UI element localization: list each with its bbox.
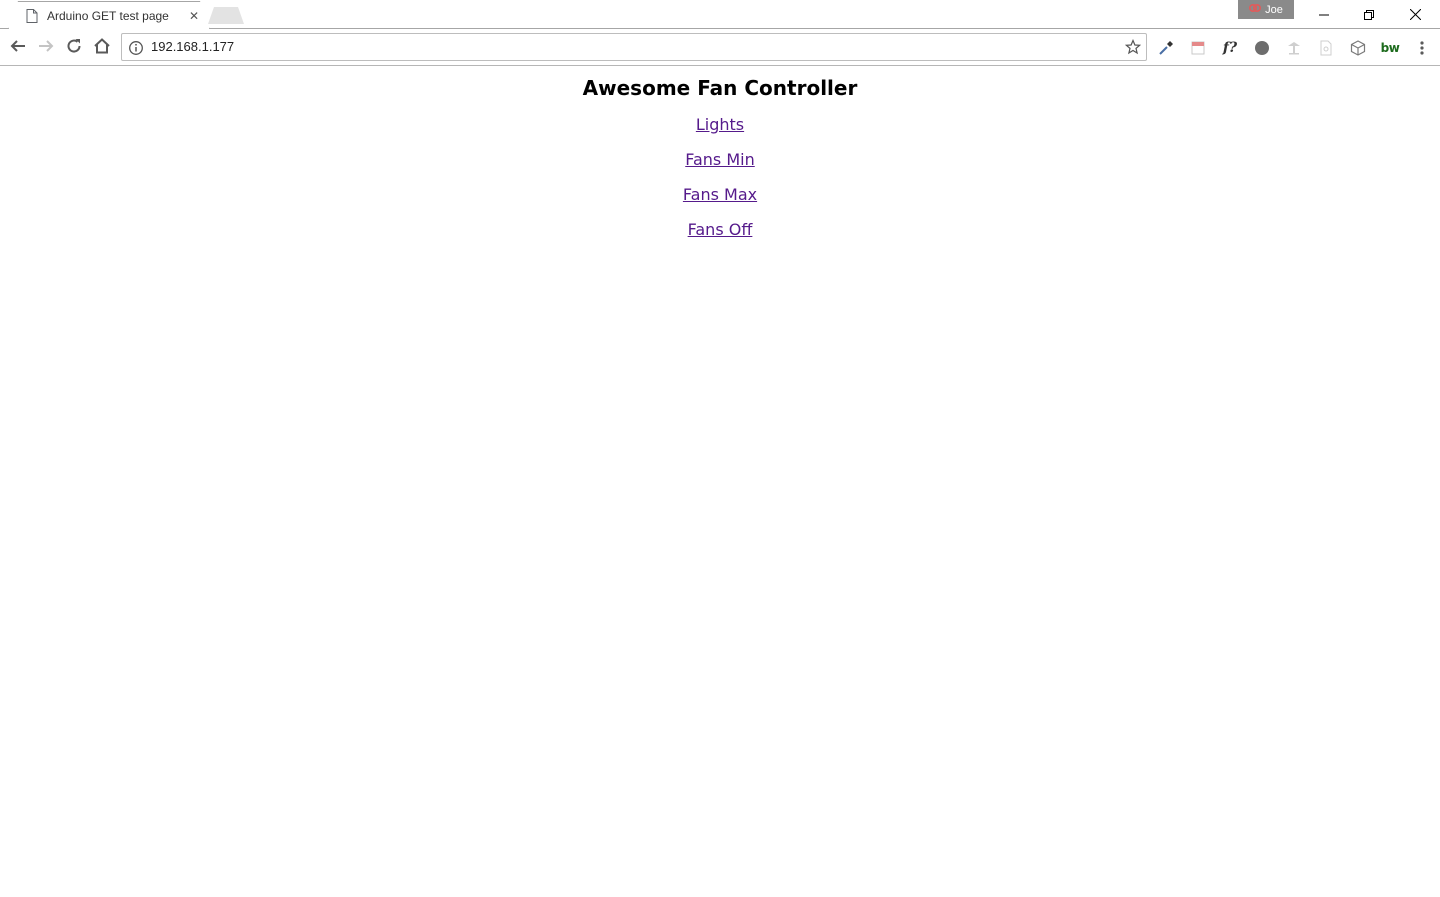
home-icon [94, 38, 110, 58]
reload-button[interactable] [62, 36, 86, 60]
link-row: Fans Max [0, 177, 1440, 212]
profile-name: Joe [1265, 3, 1283, 16]
reload-icon [66, 38, 82, 58]
compass-icon[interactable] [1253, 39, 1271, 57]
close-window-button[interactable] [1392, 0, 1438, 28]
restore-button[interactable] [1346, 0, 1392, 28]
eyedropper-icon[interactable] [1157, 39, 1175, 57]
page-content: Awesome Fan Controller Lights Fans Min F… [0, 67, 1440, 897]
home-button[interactable] [90, 36, 114, 60]
tree-icon[interactable] [1285, 39, 1303, 57]
font-icon-label: f? [1222, 40, 1238, 56]
profile-icon [1249, 3, 1262, 16]
page-icon [26, 9, 40, 23]
link-row: Fans Min [0, 142, 1440, 177]
title-bar: Arduino GET test page ✕ Joe [0, 0, 1440, 30]
back-button[interactable] [6, 36, 30, 60]
forward-arrow-icon [38, 38, 54, 58]
forward-button[interactable] [34, 36, 58, 60]
back-arrow-icon [10, 38, 26, 58]
address-url[interactable]: 192.168.1.177 [151, 34, 234, 60]
link-row: Fans Off [0, 212, 1440, 247]
restore-icon [1364, 5, 1374, 24]
profile-button[interactable]: Joe [1238, 0, 1294, 19]
page-title: Awesome Fan Controller [582, 76, 858, 100]
fans-max-link[interactable]: Fans Max [683, 185, 757, 204]
browser-toolbar: 192.168.1.177 f? bw [0, 29, 1440, 66]
address-bar[interactable]: 192.168.1.177 [121, 33, 1147, 61]
bw-icon[interactable]: bw [1380, 39, 1400, 57]
star-icon[interactable] [1124, 38, 1142, 55]
control-links: Lights Fans Min Fans Max Fans Off [0, 107, 1440, 247]
new-tab-button[interactable] [208, 7, 244, 24]
cube-icon[interactable] [1349, 39, 1367, 57]
fans-min-link[interactable]: Fans Min [685, 150, 755, 169]
link-row: Lights [0, 107, 1440, 142]
info-icon[interactable] [128, 40, 144, 56]
lights-link[interactable]: Lights [696, 115, 744, 134]
tab-active[interactable]: Arduino GET test page ✕ [8, 1, 210, 30]
document-icon[interactable] [1317, 39, 1335, 57]
calendar-icon[interactable] [1189, 39, 1207, 57]
minimize-button[interactable] [1301, 0, 1347, 28]
fans-off-link[interactable]: Fans Off [688, 220, 753, 239]
menu-dots-icon[interactable] [1413, 39, 1431, 57]
tab-close-icon[interactable]: ✕ [187, 9, 201, 23]
close-icon [1409, 5, 1421, 24]
tab-title: Arduino GET test page [47, 9, 169, 23]
font-icon[interactable]: f? [1221, 39, 1239, 57]
minimize-icon [1319, 5, 1329, 24]
bw-icon-label: bw [1380, 41, 1400, 55]
